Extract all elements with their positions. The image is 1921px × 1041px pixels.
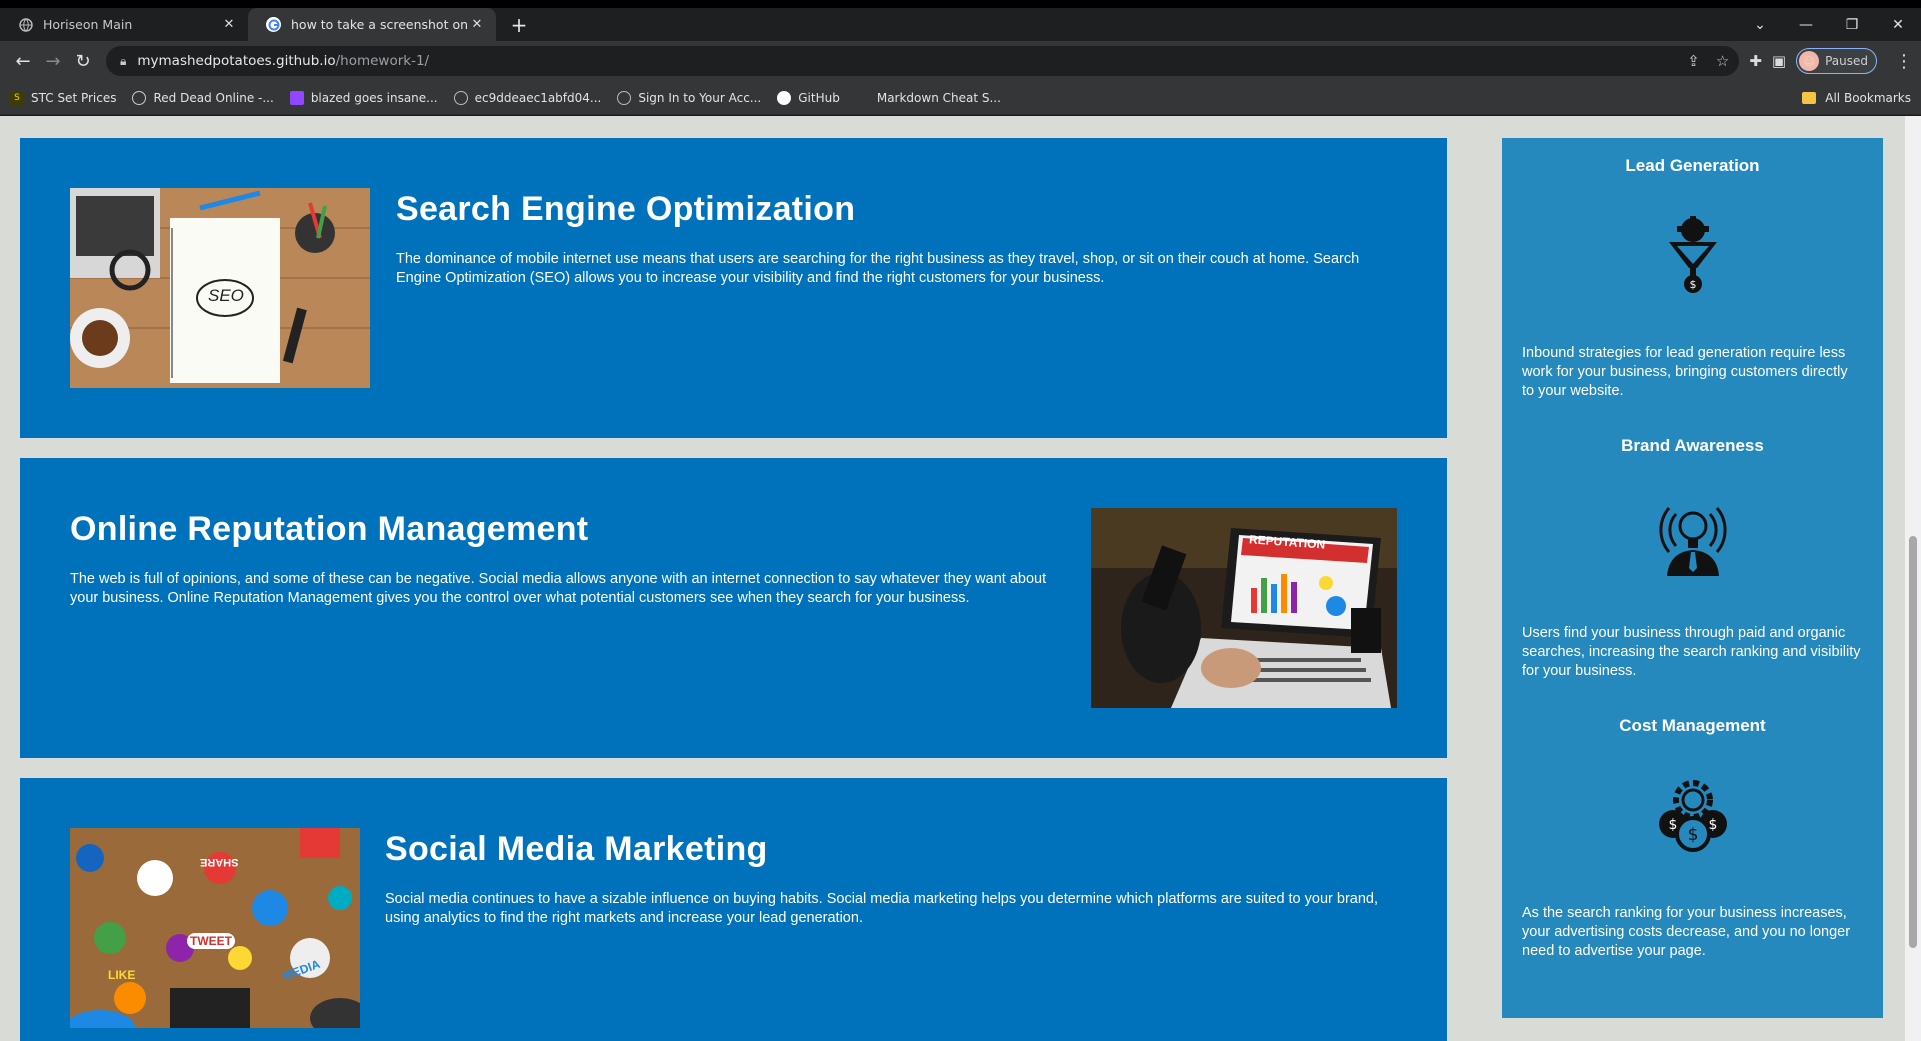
- back-icon[interactable]: ←: [8, 46, 38, 76]
- bookmark-label: Markdown Cheat S...: [876, 90, 1001, 105]
- lead-generation-icon: $: [1663, 216, 1723, 296]
- benefit-lead-generation: Lead Generation $ Inbound strategies for…: [1502, 156, 1883, 401]
- svg-text:$: $: [1687, 825, 1698, 845]
- forward-icon[interactable]: →: [38, 46, 68, 76]
- benefit-text: Inbound strategies for lead generation r…: [1522, 345, 1848, 399]
- bookmark-item[interactable]: S STC Set Prices: [10, 90, 117, 105]
- bookmark-item[interactable]: Sign In to Your Acc...: [617, 90, 762, 105]
- bookmark-label: STC Set Prices: [31, 90, 117, 105]
- page-scrollbar[interactable]: [1905, 116, 1921, 1041]
- cost-management-icon: $ $ $: [1653, 776, 1733, 856]
- benefit-text: As the search ranking for your business …: [1522, 905, 1851, 959]
- bookmark-item[interactable]: ec9ddeaec1abfd04...: [453, 90, 602, 105]
- seo-image-label: SEO: [208, 286, 244, 305]
- benefits-sidebar: Lead Generation $ Inbound strategies for…: [1502, 138, 1883, 1018]
- bookmark-item[interactable]: blazed goes insane...: [289, 90, 438, 105]
- seo-image: SEO: [70, 188, 370, 388]
- section-text: Social media continues to have a sizable…: [385, 891, 1379, 926]
- doc-icon: [856, 91, 870, 105]
- social-like-label: LIKE: [108, 968, 136, 982]
- svg-text:$: $: [1668, 817, 1677, 833]
- svg-text:$: $: [1708, 817, 1717, 833]
- scrollbar-thumb[interactable]: [1909, 536, 1917, 948]
- svg-text:$: $: [1689, 278, 1696, 291]
- close-tab-icon[interactable]: ✕: [468, 17, 486, 32]
- benefit-text: Users find your business through paid an…: [1522, 625, 1861, 679]
- section-seo: SEO Search Engine Optimization The domin…: [20, 138, 1447, 438]
- address-bar[interactable]: 🔒︎ mymashedpotatoes.github.io /homework-…: [106, 46, 1740, 76]
- rdo-icon: [132, 90, 147, 105]
- github-icon: [777, 90, 792, 105]
- benefit-cost-management: Cost Management $ $ $ As the search rank…: [1502, 716, 1883, 961]
- bookmark-star-icon[interactable]: ☆: [1716, 52, 1729, 70]
- folder-icon: [1802, 91, 1817, 104]
- url-host: mymashedpotatoes.github.io: [137, 53, 336, 69]
- extensions-puzzle-icon[interactable]: ✚: [1749, 52, 1762, 70]
- globe-icon: [617, 90, 632, 105]
- s-icon: S: [10, 90, 24, 105]
- bookmark-label: ec9ddeaec1abfd04...: [474, 90, 602, 105]
- all-bookmarks-label: All Bookmarks: [1825, 90, 1911, 105]
- section-title: Online Reputation Management: [70, 510, 589, 548]
- bookmark-item[interactable]: Red Dead Online -...: [132, 90, 274, 105]
- section-title: Social Media Marketing: [385, 830, 768, 868]
- side-panel-icon[interactable]: ▣: [1772, 52, 1786, 70]
- section-text: The web is full of opinions, and some of…: [70, 571, 1047, 606]
- tab-search-icon[interactable]: ⌄: [1737, 8, 1783, 41]
- close-window-icon[interactable]: ✕: [1875, 8, 1921, 41]
- bookmark-label: Sign In to Your Acc...: [638, 90, 762, 105]
- extension-area: ✚ ▣ ☺ Paused ⋮: [1749, 48, 1913, 74]
- twitch-icon: [289, 90, 304, 105]
- reputation-image: REPUTATION: [1091, 508, 1397, 708]
- brand-awareness-icon: [1653, 496, 1733, 576]
- avatar: ☺: [1799, 51, 1820, 71]
- close-tab-icon[interactable]: ✕: [220, 17, 238, 32]
- social-tweet-label: TWEET: [187, 933, 235, 949]
- lock-icon[interactable]: 🔒︎: [120, 54, 126, 69]
- bookmarks-bar: S STC Set Prices Red Dead Online -... bl…: [0, 81, 1921, 115]
- bookmark-item[interactable]: GitHub: [777, 90, 840, 105]
- profile-button[interactable]: ☺ Paused: [1796, 48, 1877, 74]
- bookmark-item[interactable]: Markdown Cheat S...: [856, 91, 1001, 105]
- browser-menu-icon[interactable]: ⋮: [1895, 51, 1913, 72]
- reload-icon[interactable]: ↻: [68, 46, 98, 76]
- share-icon[interactable]: ⇪: [1687, 52, 1700, 70]
- social-media-image: TWEET LIKE MEDIA SHARE: [70, 828, 360, 1028]
- globe-icon: [453, 90, 468, 105]
- section-reputation: Online Reputation Management The web is …: [20, 458, 1447, 758]
- benefit-brand-awareness: Brand Awareness Users find your business…: [1502, 436, 1883, 681]
- social-share-label: SHARE: [200, 856, 239, 868]
- tab-title: Horiseon Main: [43, 17, 133, 32]
- page-viewport: SEO Search Engine Optimization The domin…: [0, 116, 1921, 1041]
- benefit-title: Lead Generation: [1625, 156, 1760, 175]
- url-path: /homework-1/: [335, 53, 430, 69]
- bookmark-label: blazed goes insane...: [310, 90, 438, 105]
- window-top-strip: [0, 0, 1921, 8]
- section-social-media: TWEET LIKE MEDIA SHARE Social Media Mark…: [20, 778, 1447, 1041]
- bookmark-label: Red Dead Online -...: [153, 90, 274, 105]
- tab-screenshot-search[interactable]: how to take a screenshot on win ✕: [248, 8, 496, 41]
- benefit-title: Brand Awareness: [1621, 436, 1764, 455]
- window-controls: ⌄ — ❐ ✕: [1737, 8, 1921, 41]
- minimize-icon[interactable]: —: [1783, 8, 1829, 41]
- all-bookmarks-button[interactable]: All Bookmarks: [1802, 91, 1911, 105]
- bookmark-label: GitHub: [798, 90, 840, 105]
- section-text: The dominance of mobile internet use mea…: [396, 251, 1360, 286]
- profile-status: Paused: [1825, 54, 1868, 68]
- tab-title: how to take a screenshot on win: [291, 17, 468, 32]
- browser-toolbar: ← → ↻ 🔒︎ mymashedpotatoes.github.io /hom…: [0, 41, 1921, 81]
- section-title: Search Engine Optimization: [396, 190, 856, 228]
- restore-icon[interactable]: ❐: [1829, 8, 1875, 41]
- tab-horiseon-main[interactable]: Horiseon Main ✕: [0, 8, 249, 41]
- new-tab-button[interactable]: +: [502, 8, 536, 41]
- tab-bar: Horiseon Main ✕ how to take a screenshot…: [0, 8, 1921, 41]
- google-icon: [266, 17, 281, 32]
- globe-icon: [18, 17, 33, 32]
- benefit-title: Cost Management: [1619, 716, 1766, 735]
